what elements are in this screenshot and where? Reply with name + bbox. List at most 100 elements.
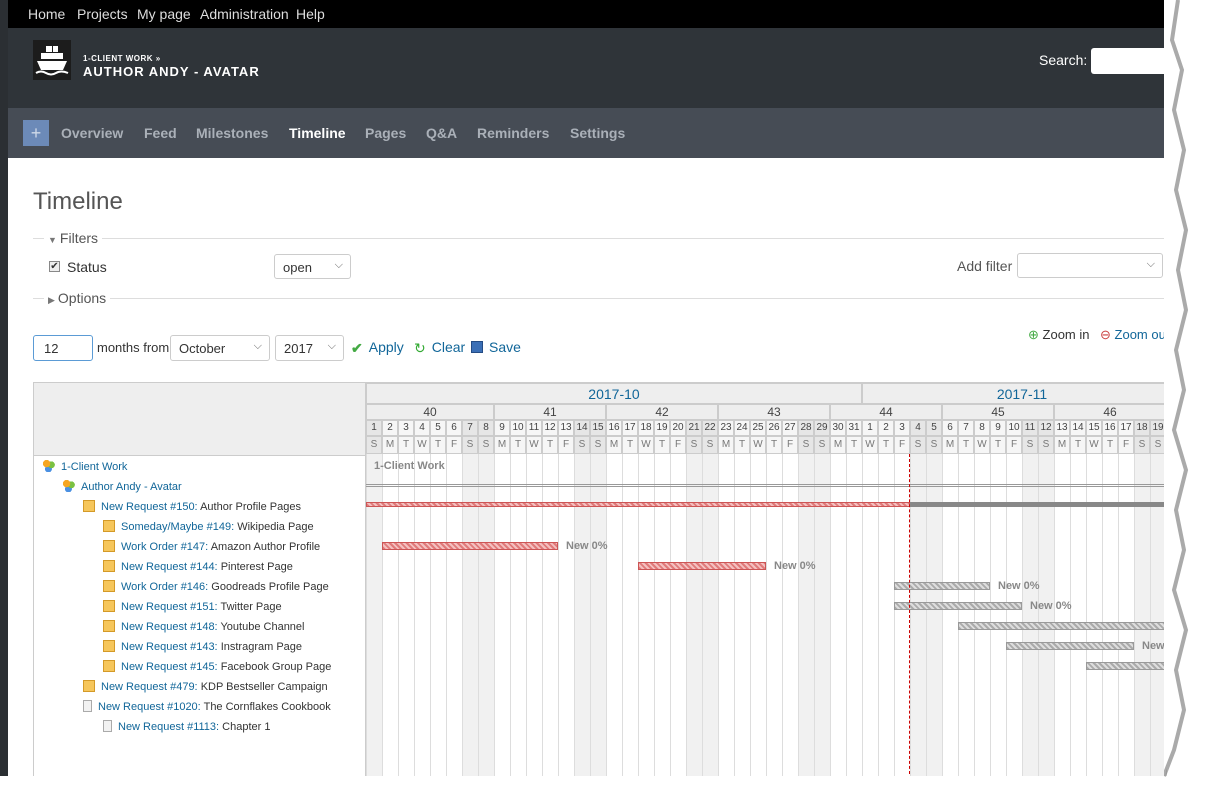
day-number: 15 [1086, 420, 1102, 436]
top-menu-projects[interactable]: Projects [77, 6, 128, 22]
day-number: 19 [654, 420, 670, 436]
issue-subject: Author Profile Pages [200, 501, 301, 513]
tab-timeline[interactable]: Timeline [289, 125, 346, 141]
issue-link[interactable]: New Request #1020: [98, 701, 201, 713]
day-number: 7 [462, 420, 478, 436]
search-input[interactable] [1091, 48, 1172, 74]
weekday-letter: F [446, 436, 462, 454]
screenshot-frame: Home Projects My page Administration Hel… [0, 0, 1172, 776]
weekday-letter: T [1102, 436, 1118, 454]
issue-folder-icon [103, 580, 115, 592]
issue-link[interactable]: New Request #148: [121, 621, 218, 633]
month-header: 2017-10 [366, 383, 862, 404]
issue-link[interactable]: New Request #150: [101, 501, 198, 513]
month-select[interactable]: October ⌵ [170, 335, 270, 361]
tab-overview[interactable]: Overview [61, 125, 123, 141]
ship-logo-icon [33, 40, 71, 80]
day-number: 11 [1022, 420, 1038, 436]
parent-project-link[interactable]: 1-CLIENT WORK » [83, 54, 161, 63]
weekday-letter: T [846, 436, 862, 454]
options-legend[interactable]: ▶ Options [44, 290, 111, 306]
tab-feed[interactable]: Feed [144, 125, 177, 141]
issue-link[interactable]: Work Order #147: [121, 541, 208, 553]
day-number: 5 [430, 420, 446, 436]
issue-link[interactable]: New Request #143: [121, 641, 218, 653]
weekday-letter: S [1022, 436, 1038, 454]
status-operator-select[interactable]: open ⌵ [274, 254, 351, 279]
issue-folder-icon [83, 500, 95, 512]
day-number: 23 [718, 420, 734, 436]
filters-legend[interactable]: ▼ Filters [44, 230, 103, 246]
day-number: 8 [478, 420, 494, 436]
tab-milestones[interactable]: Milestones [196, 125, 268, 141]
apply-button[interactable]: ✔ Apply [351, 339, 404, 356]
issue-link[interactable]: New Request #144: [121, 561, 218, 573]
issue-link[interactable]: Author Andy - Avatar [81, 481, 182, 493]
months-input[interactable]: 12 [33, 335, 93, 361]
tab-reminders[interactable]: Reminders [477, 125, 549, 141]
top-menu: Home Projects My page Administration Hel… [8, 0, 1172, 28]
issue-link[interactable]: Someday/Maybe #149: [121, 521, 234, 533]
issue-subject: KDP Bestseller Campaign [200, 681, 328, 693]
issue-folder-icon [83, 680, 95, 692]
weekday-letter: S [462, 436, 478, 454]
new-object-button[interactable]: + [23, 120, 49, 146]
gantt-subject-row: New Request #148: Youtube Channel [103, 620, 305, 633]
tab-qa[interactable]: Q&A [426, 125, 457, 141]
zoom-in-button[interactable]: ⊕ Zoom in [1028, 327, 1090, 343]
issue-link[interactable]: Work Order #146: [121, 581, 208, 593]
save-button[interactable]: Save [471, 339, 521, 355]
weekday-letter: T [542, 436, 558, 454]
day-number: 6 [942, 420, 958, 436]
day-number: 7 [958, 420, 974, 436]
status-filter-checkbox[interactable]: ✔ [49, 261, 60, 272]
project-title: AUTHOR ANDY - AVATAR [83, 64, 260, 79]
chevron-down-icon: ⌵ [1146, 258, 1155, 270]
day-number: 9 [990, 420, 1006, 436]
gantt-subject-row: New Request #151: Twitter Page [103, 600, 282, 613]
zoom-out-button[interactable]: ⊖ Zoom out [1100, 327, 1169, 343]
task-bar [958, 622, 1172, 630]
top-menu-home[interactable]: Home [28, 6, 65, 22]
weekday-letter: M [606, 436, 622, 454]
day-number: 8 [974, 420, 990, 436]
issue-link[interactable]: New Request #1113: [118, 721, 219, 733]
issue-link[interactable]: 1-Client Work [61, 461, 127, 473]
weekday-letter: S [926, 436, 942, 454]
clear-button[interactable]: ↻ Clear [414, 339, 465, 356]
weekday-letter: F [670, 436, 686, 454]
add-filter-select[interactable]: ⌵ [1017, 253, 1163, 278]
parent-task-bar [910, 502, 1172, 507]
weekday-letter: F [558, 436, 574, 454]
day-number: 21 [686, 420, 702, 436]
year-select[interactable]: 2017 ⌵ [275, 335, 344, 361]
reload-icon: ↻ [414, 340, 426, 356]
issue-link[interactable]: New Request #151: [121, 601, 218, 613]
tab-pages[interactable]: Pages [365, 125, 406, 141]
issue-link[interactable]: New Request #145: [121, 661, 218, 673]
weekday-letter: W [862, 436, 878, 454]
task-bar-label: New [1142, 640, 1165, 652]
issue-subject: Facebook Group Page [220, 661, 332, 673]
gantt-subjects-header [34, 383, 365, 456]
add-filter-label: Add filter [957, 258, 1013, 274]
month-header: 2017-11 [862, 383, 1172, 404]
search-label: Search: [1039, 52, 1088, 68]
top-menu-my-page[interactable]: My page [137, 6, 191, 22]
zoom-in-label: Zoom in [1042, 327, 1090, 342]
issue-link[interactable]: New Request #479: [101, 681, 198, 693]
weekday-letter: S [702, 436, 718, 454]
weekday-letter: T [654, 436, 670, 454]
top-menu-help[interactable]: Help [296, 6, 325, 22]
expand-triangle-icon: ▶ [48, 295, 55, 305]
issue-subject: The Cornflakes Cookbook [203, 701, 331, 713]
day-number: 12 [542, 420, 558, 436]
day-number: 31 [846, 420, 862, 436]
top-menu-administration[interactable]: Administration [200, 6, 289, 22]
gantt-subject-row: New Request #145: Facebook Group Page [103, 660, 331, 673]
tab-settings[interactable]: Settings [570, 125, 625, 141]
day-number: 3 [894, 420, 910, 436]
weekday-letter: F [1118, 436, 1134, 454]
checkmark-icon: ✔ [351, 340, 363, 356]
weekday-letter: S [798, 436, 814, 454]
